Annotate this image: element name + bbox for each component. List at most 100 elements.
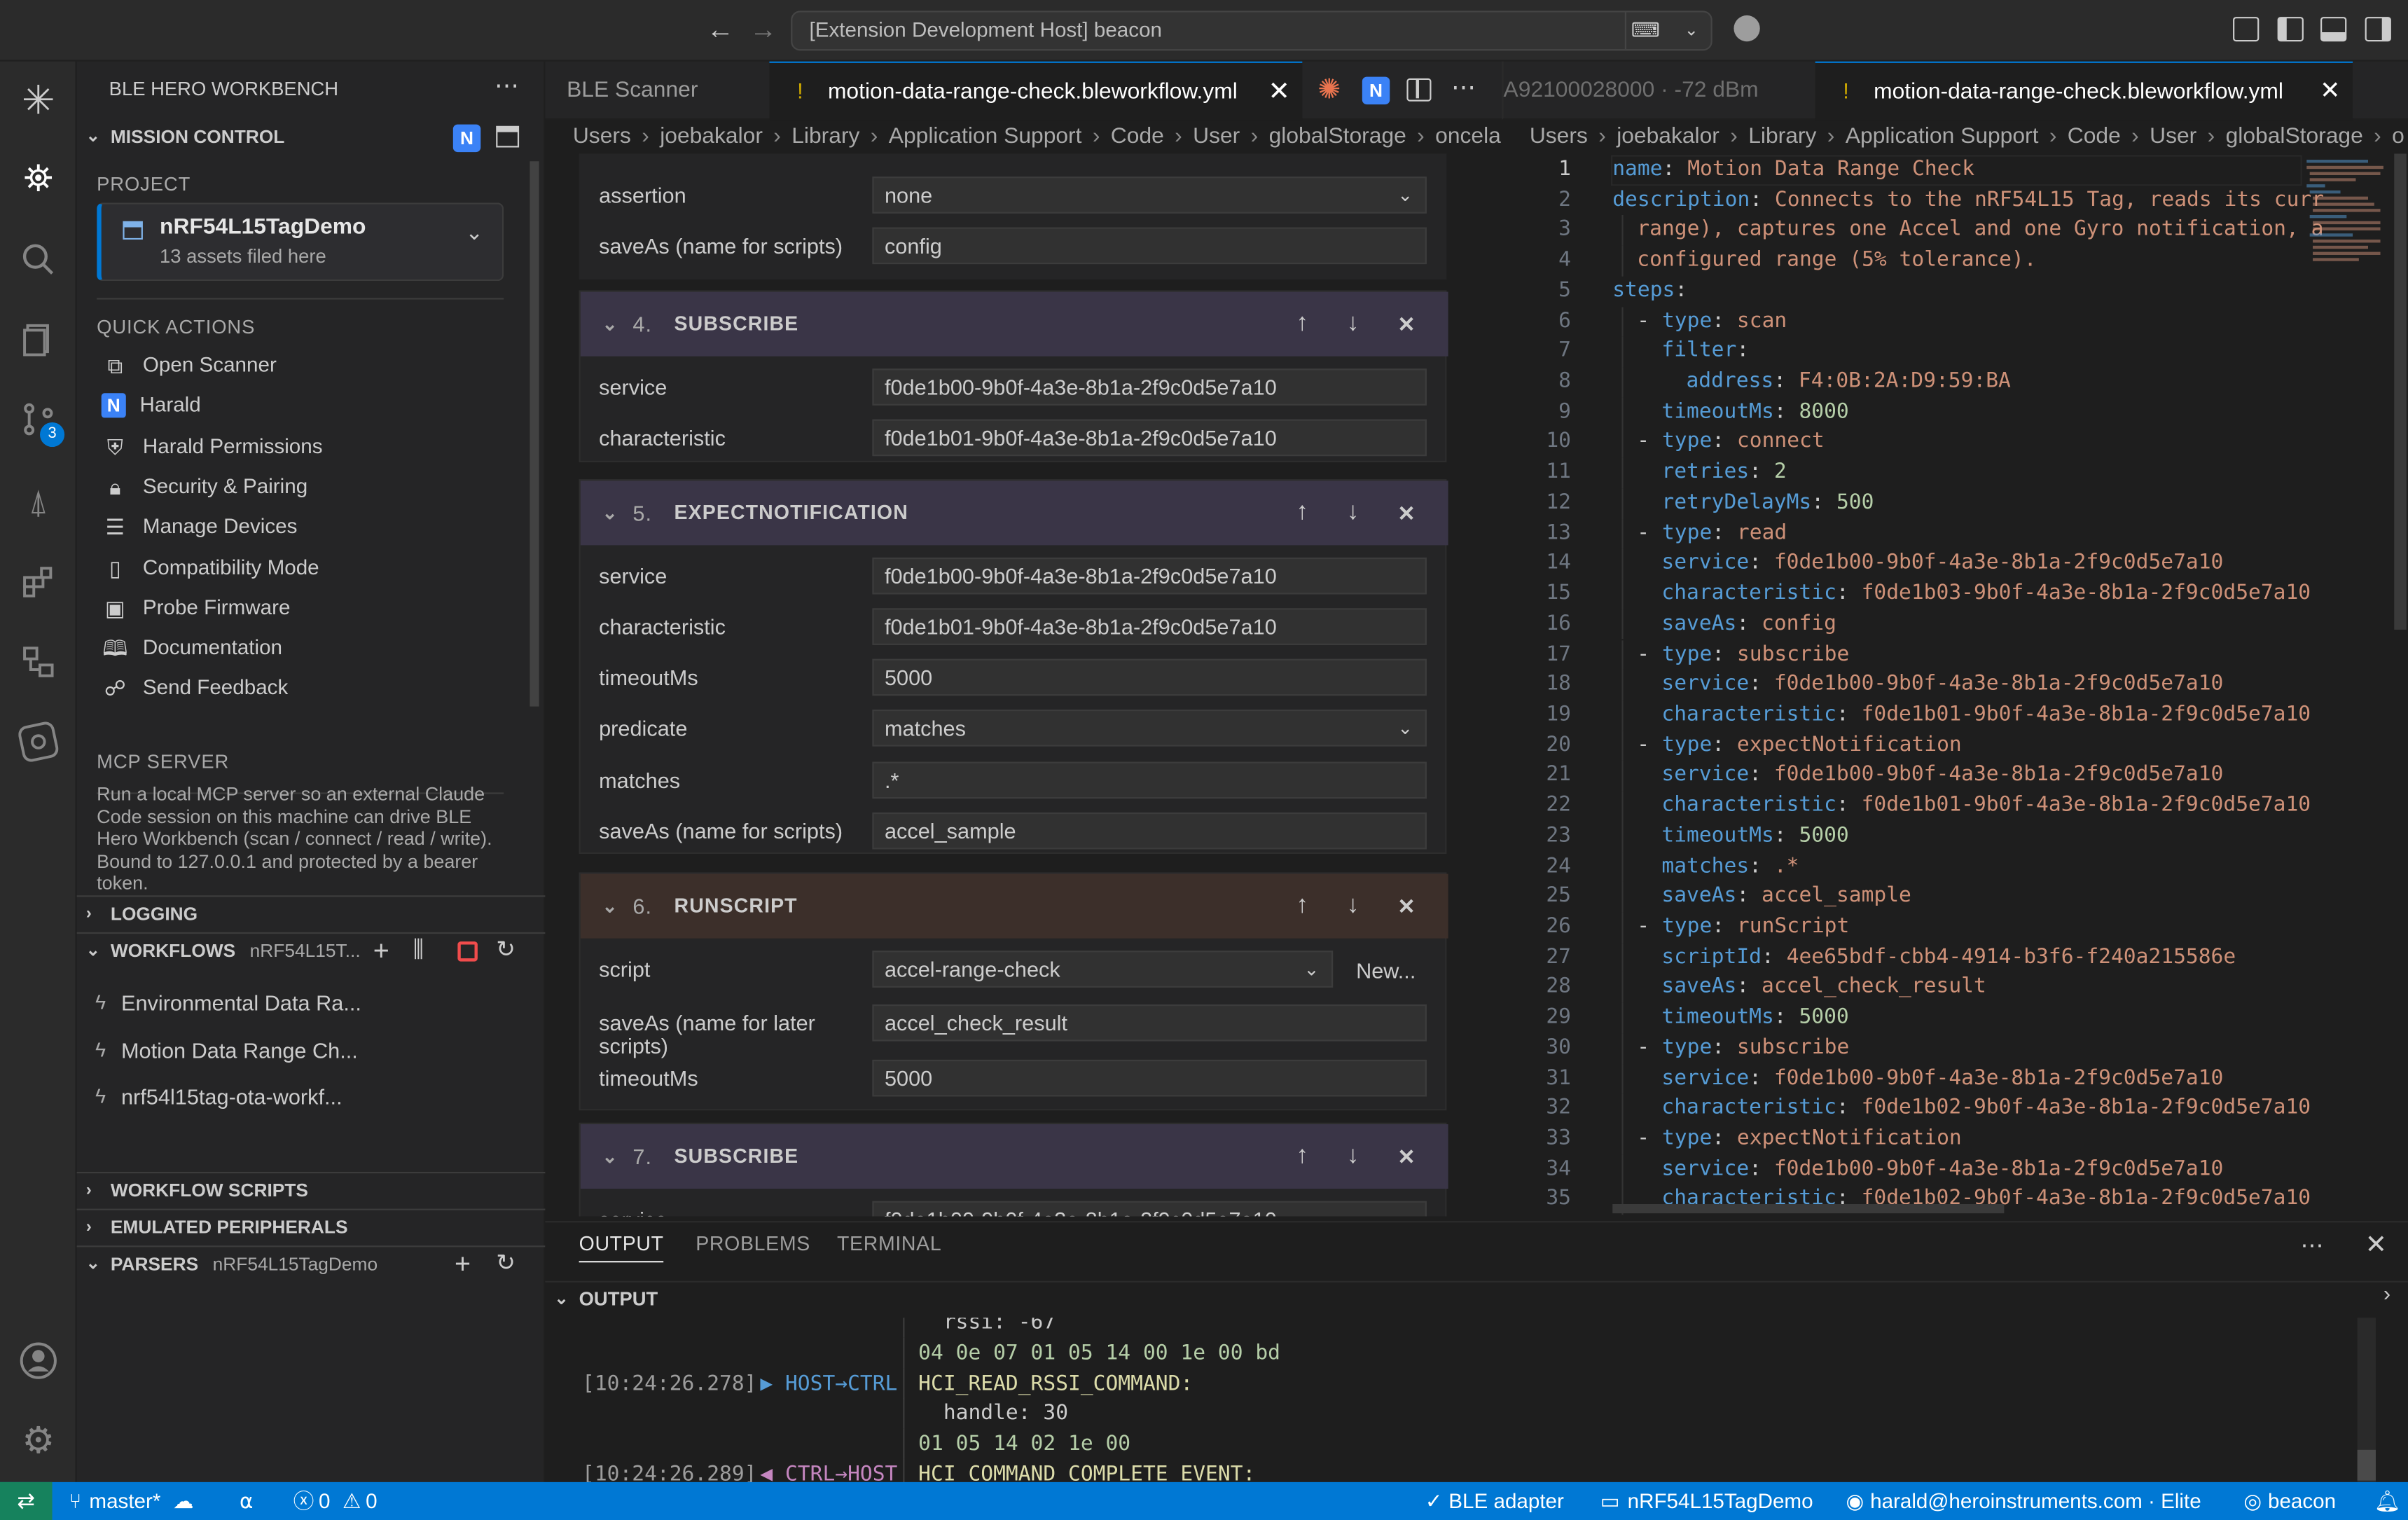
close-icon[interactable]: ✕ <box>1397 481 1416 545</box>
breadcrumb-item[interactable]: oncelab <box>1435 125 1502 149</box>
mission-control-header[interactable]: ⌄ MISSION CONTROL N <box>77 120 546 153</box>
output-scrollbar[interactable] <box>2357 1318 2376 1484</box>
source-control-icon[interactable]: 3 <box>15 396 65 448</box>
library-icon[interactable]: ⫼ <box>413 934 424 967</box>
workflow-item[interactable]: ϟ Motion Data Range Ch... <box>95 1028 525 1071</box>
breadcrumb-item[interactable]: User <box>1193 125 1240 149</box>
ports-icon[interactable]: ⍺ <box>240 1482 254 1520</box>
step-header[interactable]: ⌄ 7. SUBSCRIBE ↑ ↓ ✕ <box>580 1124 1448 1189</box>
breadcrumb-item[interactable]: globalStorage <box>2226 125 2363 149</box>
chevron-right-icon[interactable]: › <box>2383 1281 2390 1306</box>
forward-arrow-icon[interactable]: → <box>749 14 777 46</box>
account-icon[interactable] <box>15 1338 62 1384</box>
project-status[interactable]: ▭ nRF54L15TagDemo <box>1600 1482 1813 1520</box>
arrow-down-icon[interactable]: ↓ <box>1347 1124 1360 1189</box>
ble-hero-icon[interactable]: ✳ <box>15 76 62 123</box>
input-characteristic[interactable]: f0de1b01-9b0f-4a3e-8b1a-2f9c0d5e7a10 <box>872 608 1427 645</box>
add-icon[interactable]: + <box>455 1247 471 1280</box>
more-actions-icon[interactable]: ⋯ <box>494 71 519 102</box>
close-icon[interactable]: ✕ <box>1268 63 1290 121</box>
tab-device-rssi[interactable]: A92100028000 · -72 dBm <box>1504 62 1815 120</box>
breadcrumb-item[interactable]: joebakalor <box>660 125 763 149</box>
breadcrumb-item[interactable]: Application Support <box>889 125 1082 149</box>
chevron-down-icon[interactable]: ⌄ <box>1684 13 1698 50</box>
back-arrow-icon[interactable]: ← <box>707 14 734 46</box>
quick-action-documentation[interactable]: 🕮︎ Documentation <box>102 628 282 668</box>
customize-layout-icon[interactable] <box>2233 17 2260 42</box>
project-selector[interactable]: nRF54L15TagDemo 13 assets filed here ⌄ <box>97 202 504 282</box>
quick-action-manage-devices[interactable]: ☰ Manage Devices <box>102 507 298 547</box>
quick-action-probe-firmware[interactable]: ▣ Probe Firmware <box>102 588 291 628</box>
chat-icon[interactable]: ⌨ <box>1624 12 1665 50</box>
tab-problems[interactable]: PROBLEMS <box>696 1231 810 1255</box>
breadcrumb-item[interactable]: Library <box>1748 125 1816 149</box>
horizontal-scrollbar[interactable] <box>1612 1203 2005 1214</box>
split-editor-icon[interactable] <box>1406 78 1432 102</box>
new-script-button[interactable]: New... <box>1356 958 1416 983</box>
editor-scrollbar[interactable] <box>2394 153 2407 630</box>
breadcrumb-item[interactable]: Application Support <box>1846 125 2039 149</box>
arrow-up-icon[interactable]: ↑ <box>1296 481 1310 545</box>
quick-action-send-feedback[interactable]: ☍ Send Feedback <box>102 669 288 709</box>
arrow-up-icon[interactable]: ↑ <box>1296 1124 1310 1189</box>
breadcrumb-item[interactable]: Code <box>1111 125 1164 149</box>
add-icon[interactable]: + <box>373 934 389 967</box>
input-service[interactable]: f0de1b00-9b0f-4a3e-8b1a-2f9c0d5e7a10 <box>872 557 1427 595</box>
output-section-header[interactable]: ⌄ OUTPUT <box>545 1280 2408 1315</box>
harald-n-icon[interactable]: N <box>452 124 481 153</box>
breadcrumb-item[interactable]: Users <box>573 125 631 149</box>
breadcrumb-left[interactable]: Users › joebakalor › Library › Application Sup… <box>573 120 1502 153</box>
extensions-icon[interactable] <box>15 559 62 605</box>
parsers-header[interactable]: ⌄ PARSERS nRF54L15TagDemo + ↻ <box>76 1245 546 1280</box>
lighthouse-icon[interactable]: ⛯ <box>15 157 62 203</box>
breadcrumb-item[interactable]: o <box>2392 125 2404 149</box>
harald-n-icon[interactable]: N <box>1362 76 1390 105</box>
more-actions-icon[interactable]: ⋯ <box>1451 72 1476 103</box>
select-assertion[interactable]: none ⌄ <box>872 177 1427 214</box>
stop-icon[interactable] <box>457 941 478 962</box>
input-matches[interactable]: .* <box>872 761 1427 799</box>
workflow-item[interactable]: ϟ Environmental Data Ra... <box>95 981 525 1024</box>
tab-workflow-yml[interactable]: ! motion-data-range-check.bleworkflow.ym… <box>769 61 1303 121</box>
problems-status[interactable]: ⓧ 0 ⚠ 0 <box>293 1482 378 1520</box>
input-timeoutms[interactable]: 5000 <box>872 1059 1427 1097</box>
close-icon[interactable]: ✕ <box>1397 874 1416 939</box>
yaml-editor[interactable]: 1 name: Motion Data Range Check 2 descripti… <box>1503 153 2408 1217</box>
logging-header[interactable]: › LOGGING <box>76 895 546 929</box>
tab-terminal[interactable]: TERMINAL <box>837 1231 941 1255</box>
close-icon[interactable]: ✕ <box>1397 292 1416 357</box>
tree-icon[interactable]: ⍋ <box>15 479 62 525</box>
quick-action-harald[interactable]: N Harald <box>101 386 201 426</box>
workflow-scripts-header[interactable]: › WORKFLOW SCRIPTS <box>76 1171 546 1205</box>
input-service[interactable]: f0de1b00-9b0f-4a3e-8b1a-2f9c0d5e7a10 <box>872 1201 1427 1217</box>
remote-indicator[interactable]: ⇄ <box>0 1481 53 1520</box>
step-header[interactable]: ⌄ 5. EXPECTNOTIFICATION ↑ ↓ ✕ <box>580 481 1448 546</box>
branch-status[interactable]: ⑂ master* ☁ <box>69 1482 194 1520</box>
ble-adapter-status[interactable]: ✓ BLE adapter <box>1425 1482 1564 1520</box>
input-saveas[interactable]: accel_sample <box>872 812 1427 850</box>
command-center[interactable]: [Extension Development Host] beacon ⌨ ⌄ <box>791 11 1712 51</box>
arrow-up-icon[interactable]: ↑ <box>1296 874 1310 939</box>
sidebar-scrollbar[interactable] <box>530 161 539 707</box>
input-characteristic[interactable]: f0de1b01-9b0f-4a3e-8b1a-2f9c0d5e7a10 <box>872 419 1427 457</box>
quick-action-compatibility-mode[interactable]: ▯ Compatibility Mode <box>102 548 319 588</box>
minimap[interactable] <box>2304 153 2396 276</box>
gear-icon[interactable]: ⚙ <box>15 1418 62 1464</box>
copilot-icon[interactable] <box>1734 15 1760 42</box>
breadcrumb-item[interactable]: User <box>2150 125 2196 149</box>
beacon-status[interactable]: ◎ beacon <box>2243 1482 2336 1520</box>
input-saveas[interactable]: accel_check_result <box>872 1004 1427 1042</box>
tab-workflow-yml-source[interactable]: ! motion-data-range-check.bleworkflow.ym… <box>1815 61 2353 120</box>
arrow-up-icon[interactable]: ↑ <box>1296 292 1310 357</box>
breadcrumb-item[interactable]: joebakalor <box>1617 125 1719 149</box>
search-icon[interactable] <box>15 237 62 283</box>
claude-sparkle-icon[interactable]: ✺ <box>1317 74 1341 106</box>
breadcrumb-item[interactable]: globalStorage <box>1269 125 1406 149</box>
select-script[interactable]: accel-range-check ⌄ <box>872 951 1334 988</box>
breadcrumb-item[interactable]: Users <box>1530 125 1588 149</box>
step-header[interactable]: ⌄ 6. RUNSCRIPT ↑ ↓ ✕ <box>580 873 1448 939</box>
toggle-primary-sidebar-icon[interactable] <box>2277 17 2304 42</box>
quick-action-open-scanner[interactable]: ⧉ Open Scanner <box>102 345 276 385</box>
quick-action-harald-permissions[interactable]: ⛨ Harald Permissions <box>102 427 323 467</box>
breadcrumb-item[interactable]: Library <box>791 125 859 149</box>
